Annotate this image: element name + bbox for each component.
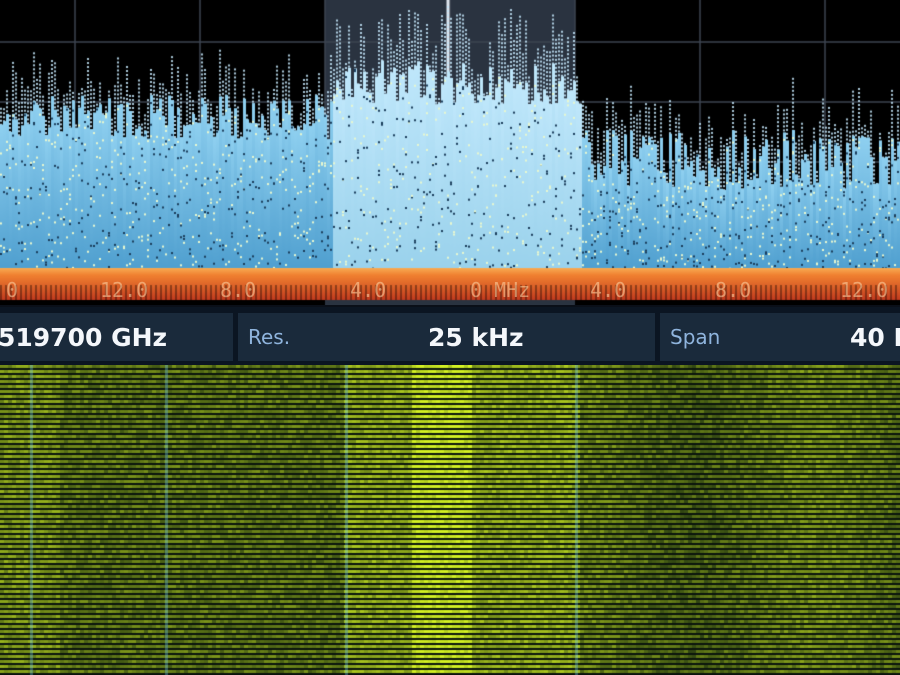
axis-tick: 8.0 (220, 278, 257, 302)
span-label: Span (670, 325, 721, 349)
axis-tick: 4.0 (590, 278, 627, 302)
axis-tick: 12.0 (100, 278, 149, 302)
axis-tick: 8.0 (715, 278, 752, 302)
axis-tick: 4.0 (350, 278, 387, 302)
resolution-value: 25 kHz (428, 322, 524, 352)
span-value: 40 M (850, 322, 900, 352)
center-frequency-value: 519700 GHz (0, 322, 168, 352)
waterfall-display[interactable] (0, 365, 900, 675)
readout-bar: 519700 GHz Res. 25 kHz Span 40 M (0, 305, 900, 369)
resolution-label: Res. (248, 325, 291, 349)
spectrum-plot[interactable] (0, 0, 900, 305)
resolution-field[interactable]: Res. 25 kHz (238, 313, 655, 361)
span-field[interactable]: Span 40 M (660, 313, 900, 361)
axis-tick: 0 MHz (470, 278, 531, 302)
axis-tick: 0 (6, 278, 19, 302)
axis-tick: 12.0 (840, 278, 889, 302)
center-frequency-field[interactable]: 519700 GHz (0, 313, 233, 361)
